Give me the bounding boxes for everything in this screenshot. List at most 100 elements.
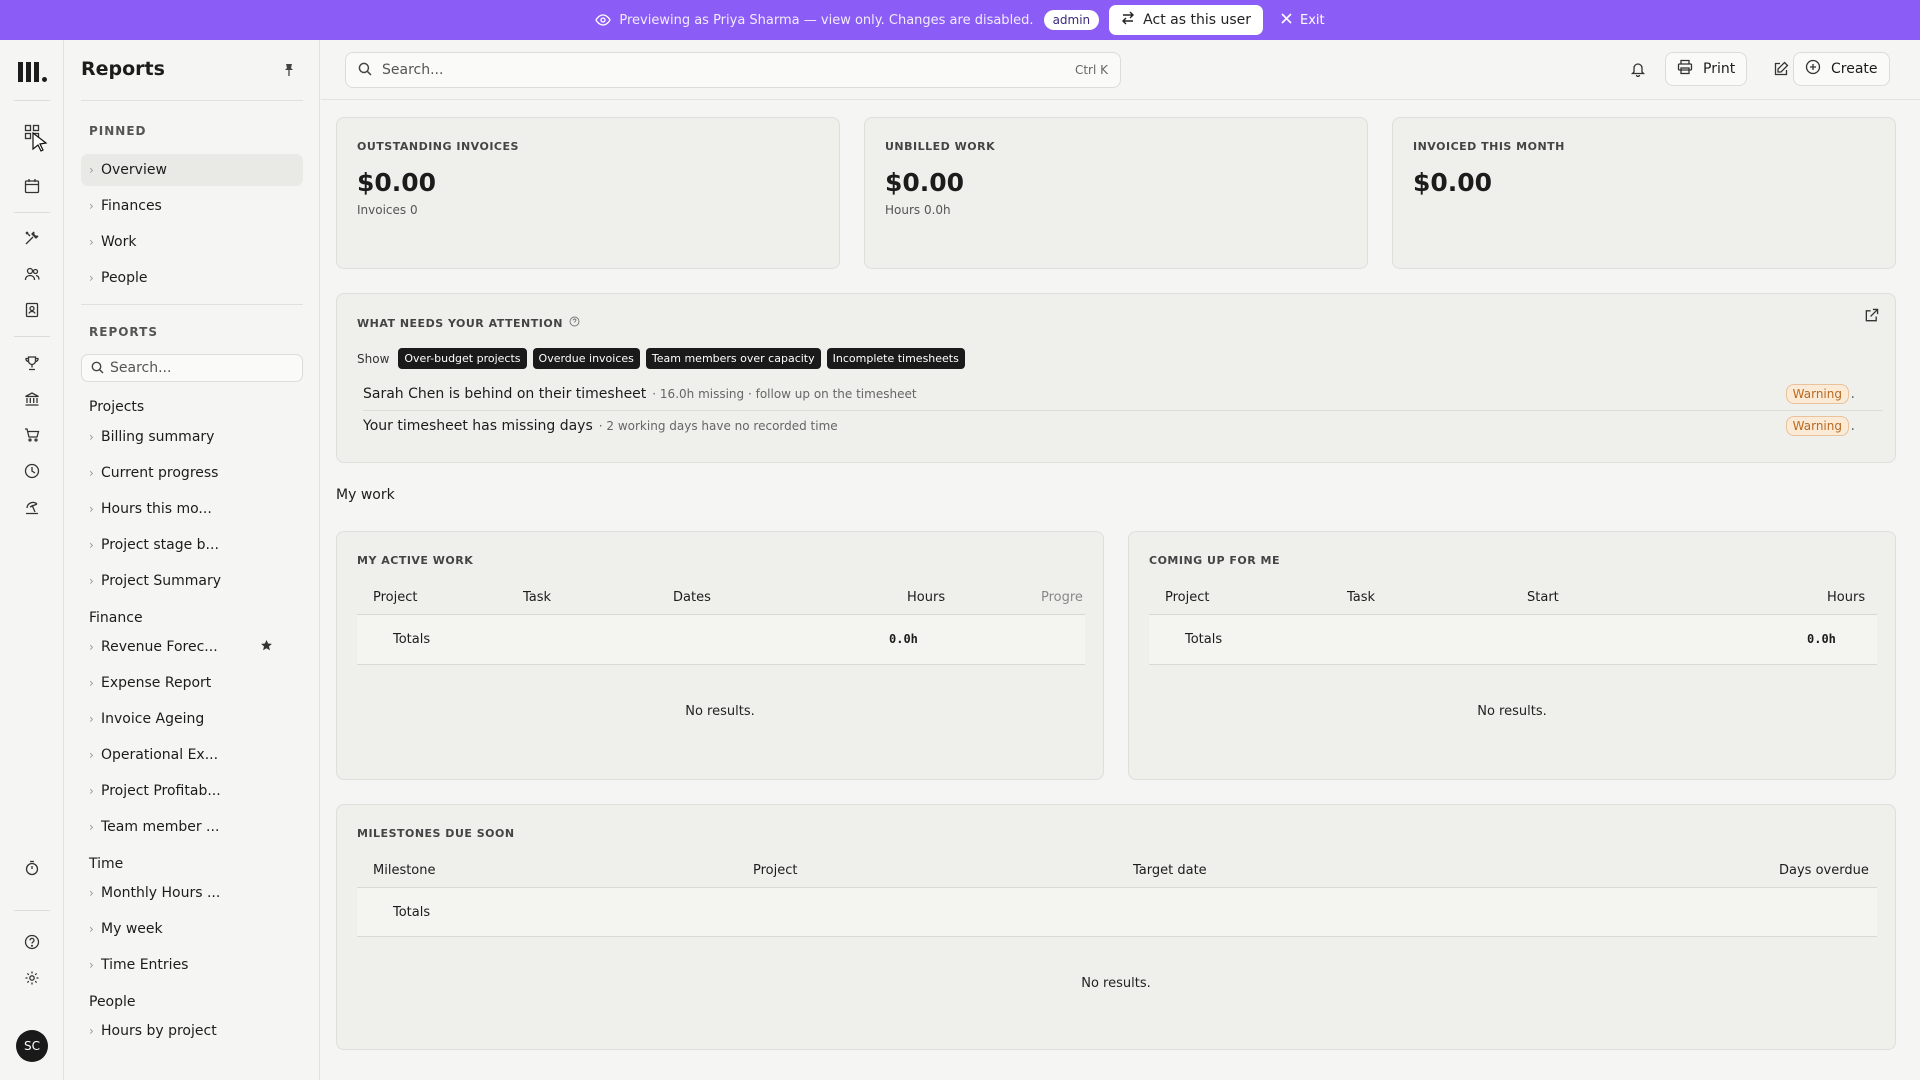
reports-sidebar: Reports PINNED › Overview › Finances › Work… [64, 40, 320, 1080]
attention-item-note: · 16.0h missing · follow up on the times… [652, 387, 917, 401]
stat-label: UNBILLED WORK [885, 140, 996, 153]
calendar-icon[interactable] [22, 176, 42, 196]
report-time-entries[interactable]: › Time Entries [81, 949, 303, 981]
column-project[interactable]: Project [753, 863, 797, 878]
my-active-work-card: MY ACTIVE WORK Project Task Dates Hours … [336, 531, 1104, 780]
sidebar-divider [81, 100, 303, 101]
report-project-stage[interactable]: › Project stage b... [81, 529, 303, 561]
column-project[interactable]: Project [373, 590, 417, 605]
attention-item[interactable]: Sarah Chen is behind on their timesheet … [363, 378, 1879, 410]
timer-icon[interactable] [22, 858, 42, 878]
stat-subtext: Hours 0.0h [885, 203, 951, 217]
report-label: Invoice Ageing [101, 711, 205, 727]
chevron-right-icon: › [89, 199, 94, 213]
create-button[interactable]: Create [1793, 52, 1890, 86]
totals-label: Totals [393, 905, 431, 920]
column-target-date[interactable]: Target date [1133, 863, 1207, 878]
sidebar-item-overview[interactable]: › Overview [81, 154, 303, 186]
report-project-summary[interactable]: › Project Summary [81, 565, 303, 597]
help-icon[interactable] [569, 316, 580, 330]
exit-preview-button[interactable]: Exit [1281, 13, 1325, 28]
chevron-right-icon: › [89, 676, 94, 690]
filter-overdue-invoices[interactable]: Overdue invoices [532, 348, 640, 369]
column-dates[interactable]: Dates [673, 590, 711, 605]
act-as-user-button[interactable]: Act as this user [1109, 5, 1263, 35]
attention-item[interactable]: Your timesheet has missing days · 2 work… [363, 410, 1879, 442]
column-project[interactable]: Project [1165, 590, 1209, 605]
help-icon[interactable] [22, 932, 42, 952]
filter-team-over-capacity[interactable]: Team members over capacity [645, 348, 821, 369]
cart-icon[interactable] [22, 425, 42, 445]
column-hours[interactable]: Hours [1827, 590, 1865, 605]
report-current-progress[interactable]: › Current progress [81, 457, 303, 489]
vacation-icon[interactable] [22, 497, 42, 517]
trophy-icon[interactable] [22, 353, 42, 373]
gear-icon[interactable] [22, 968, 42, 988]
edit-icon[interactable] [1771, 59, 1791, 79]
empty-state: No results. [1477, 704, 1547, 719]
pin-icon[interactable] [282, 62, 296, 81]
chevron-right-icon: › [89, 820, 94, 834]
report-hours-this-month[interactable]: › Hours this mo... [81, 493, 303, 525]
column-progress[interactable]: Progre [1041, 590, 1083, 605]
chevron-right-icon: › [89, 748, 94, 762]
print-button[interactable]: Print [1665, 52, 1748, 86]
report-operational-expenses[interactable]: › Operational Ex... [81, 739, 303, 771]
report-label: Time Entries [101, 957, 189, 973]
report-my-week[interactable]: › My week [81, 913, 303, 945]
tools-icon[interactable] [22, 228, 42, 248]
global-search-input[interactable] [382, 62, 1065, 78]
stat-card-outstanding-invoices: OUTSTANDING INVOICES $0.00 Invoices 0 [336, 117, 840, 269]
report-label: Current progress [101, 465, 219, 481]
stat-value: $0.00 [885, 168, 965, 197]
plus-circle-icon [1805, 59, 1821, 79]
report-search-input[interactable] [110, 360, 290, 376]
totals-row: Totals [357, 888, 1877, 937]
chevron-right-icon: › [89, 886, 94, 900]
clock-icon[interactable] [22, 461, 42, 481]
sidebar-item-finances[interactable]: › Finances [81, 190, 303, 222]
attention-item-note: · 2 working days have no recorded time [598, 419, 838, 433]
report-label: Project Summary [101, 573, 222, 589]
report-revenue-forecast[interactable]: › Revenue Forec... [81, 631, 303, 663]
chevron-right-icon: › [89, 574, 94, 588]
report-search[interactable] [81, 354, 303, 382]
global-search[interactable]: Ctrl K [345, 52, 1121, 88]
column-days-overdue[interactable]: Days overdue [1779, 863, 1869, 878]
report-invoice-ageing[interactable]: › Invoice Ageing [81, 703, 303, 735]
sidebar-item-people[interactable]: › People [81, 262, 303, 294]
rail-divider [14, 336, 50, 337]
milestones-card: MILESTONES DUE SOON Milestone Project Ta… [336, 804, 1896, 1050]
printer-icon [1677, 59, 1693, 79]
totals-row: Totals 0.0h [357, 615, 1085, 665]
report-team-member[interactable]: › Team member ... [81, 811, 303, 843]
reports-heading: REPORTS [89, 325, 158, 339]
chevron-right-icon: › [89, 784, 94, 798]
app-logo[interactable] [18, 60, 48, 82]
report-expense-report[interactable]: › Expense Report [81, 667, 303, 699]
search-icon [91, 359, 104, 378]
sidebar-item-work[interactable]: › Work [81, 226, 303, 258]
column-task[interactable]: Task [1347, 590, 1375, 605]
rail-divider [14, 212, 50, 213]
report-hours-by-project[interactable]: › Hours by project [81, 1015, 303, 1047]
filter-incomplete-timesheets[interactable]: Incomplete timesheets [826, 348, 965, 369]
column-hours[interactable]: Hours [907, 590, 945, 605]
report-project-profitability[interactable]: › Project Profitab... [81, 775, 303, 807]
filter-over-budget-projects[interactable]: Over-budget projects [398, 348, 527, 369]
chevron-right-icon: › [89, 235, 94, 249]
bell-icon[interactable] [1628, 59, 1648, 79]
people-icon[interactable] [22, 264, 42, 284]
sidebar-divider [81, 304, 303, 305]
totals-hours: 0.0h [1807, 632, 1836, 646]
column-task[interactable]: Task [523, 590, 551, 605]
contacts-icon[interactable] [22, 300, 42, 320]
user-avatar[interactable]: SC [16, 1030, 48, 1062]
star-icon[interactable] [260, 639, 273, 656]
external-link-icon[interactable] [1864, 308, 1879, 327]
column-milestone[interactable]: Milestone [373, 863, 436, 878]
column-start[interactable]: Start [1527, 590, 1559, 605]
report-billing-summary[interactable]: › Billing summary [81, 421, 303, 453]
bank-icon[interactable] [22, 389, 42, 409]
report-monthly-hours[interactable]: › Monthly Hours ... [81, 877, 303, 909]
